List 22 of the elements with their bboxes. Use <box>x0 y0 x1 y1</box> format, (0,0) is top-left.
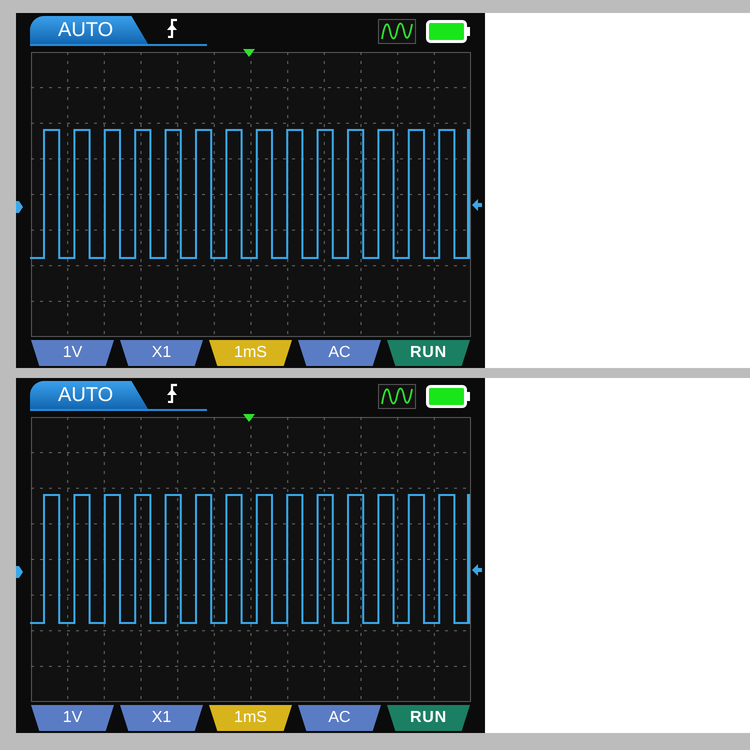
setting-button[interactable]: AC <box>298 705 381 731</box>
battery-icon <box>426 20 471 42</box>
trigger-position-marker-icon <box>243 49 255 57</box>
setting-button[interactable]: RUN <box>387 705 470 731</box>
setting-button[interactable]: 1V <box>31 705 114 731</box>
waveform-icon <box>378 18 416 44</box>
mode-tab[interactable]: AUTO <box>30 381 148 409</box>
waveform-icon <box>378 384 416 408</box>
trigger-edge-icon <box>166 383 180 403</box>
channel-level-marker-icon <box>16 201 23 213</box>
trigger-level-arrow-icon <box>472 199 482 211</box>
battery-icon <box>426 384 471 408</box>
setting-button[interactable]: AC <box>298 340 381 366</box>
setting-button[interactable]: RUN <box>387 340 470 366</box>
mode-tab[interactable]: AUTO <box>30 16 148 44</box>
setting-button[interactable]: X1 <box>120 340 203 366</box>
trigger-edge-icon <box>166 18 180 38</box>
channel-level-marker-icon <box>16 566 23 578</box>
setting-button[interactable]: 1V <box>31 340 114 366</box>
trigger-position-marker-icon <box>243 414 255 422</box>
trigger-level-arrow-icon <box>472 564 482 576</box>
setting-button[interactable]: X1 <box>120 705 203 731</box>
